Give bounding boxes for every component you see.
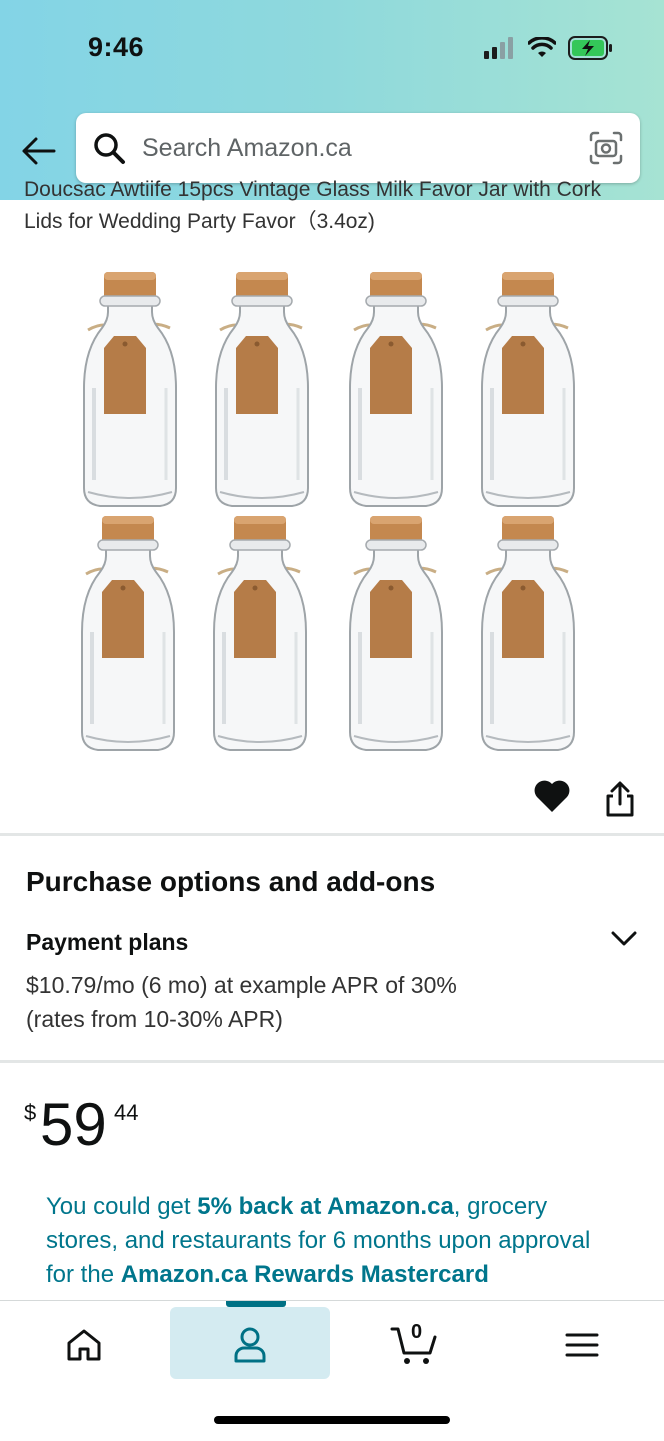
promo-text-3: Mastercard xyxy=(354,1261,489,1288)
status-icons xyxy=(484,36,614,60)
purchase-options-heading: Purchase options and add-ons xyxy=(26,866,436,897)
payment-plans-line2: (rates from 10-30% APR) xyxy=(26,1006,283,1032)
payment-plans-label[interactable]: Payment plans xyxy=(26,929,188,956)
payment-plans-line1: $10.79/mo (6 mo) at example APR of 30% xyxy=(26,972,457,998)
rewards-promo-link[interactable]: You could get 5% back at Amazon.ca, groc… xyxy=(46,1190,606,1292)
wifi-icon xyxy=(528,37,556,57)
menu-icon[interactable] xyxy=(560,1323,604,1367)
promo-bold-2: Amazon.ca Rewards xyxy=(120,1261,355,1288)
battery-charging-icon xyxy=(568,36,612,60)
promo-text-1: You could get xyxy=(46,1193,198,1220)
price-fraction: 44 xyxy=(114,1100,139,1125)
home-indicator xyxy=(214,1416,450,1424)
cart-count: 0 xyxy=(411,1321,423,1343)
search-input[interactable] xyxy=(140,132,588,164)
price-whole: 59 xyxy=(40,1091,107,1158)
section-divider xyxy=(0,833,664,836)
price-currency-symbol: $ xyxy=(24,1100,37,1125)
cart-button[interactable]: 0 xyxy=(390,1321,440,1367)
account-icon[interactable] xyxy=(228,1323,272,1367)
product-title: Doucsac Awtiife 15pcs Vintage Glass Milk… xyxy=(24,176,644,246)
status-time: 9:46 xyxy=(88,32,145,62)
cellular-signal-icon xyxy=(484,37,513,59)
camera-scan-icon[interactable] xyxy=(588,130,624,166)
product-title-line2: Lids for Wedding Party Favor（3.4oz) xyxy=(24,210,375,233)
share-icon[interactable] xyxy=(600,780,640,820)
product-title-line1: Doucsac Awtiife 15pcs Vintage Glass Milk… xyxy=(24,178,601,201)
promo-bold-1: 5% back at Amazon.ca xyxy=(197,1193,454,1220)
payment-plans-detail: $10.79/mo (6 mo) at example APR of 30% (… xyxy=(26,968,586,1036)
search-icon xyxy=(94,133,125,164)
chevron-down-icon[interactable] xyxy=(608,924,640,952)
home-icon[interactable] xyxy=(62,1323,106,1367)
search-bar[interactable] xyxy=(76,113,640,183)
product-image[interactable] xyxy=(58,258,618,758)
nav-active-indicator xyxy=(226,1301,286,1307)
back-arrow-icon[interactable] xyxy=(18,133,58,169)
heart-icon[interactable] xyxy=(532,776,572,816)
section-divider xyxy=(0,1060,664,1063)
